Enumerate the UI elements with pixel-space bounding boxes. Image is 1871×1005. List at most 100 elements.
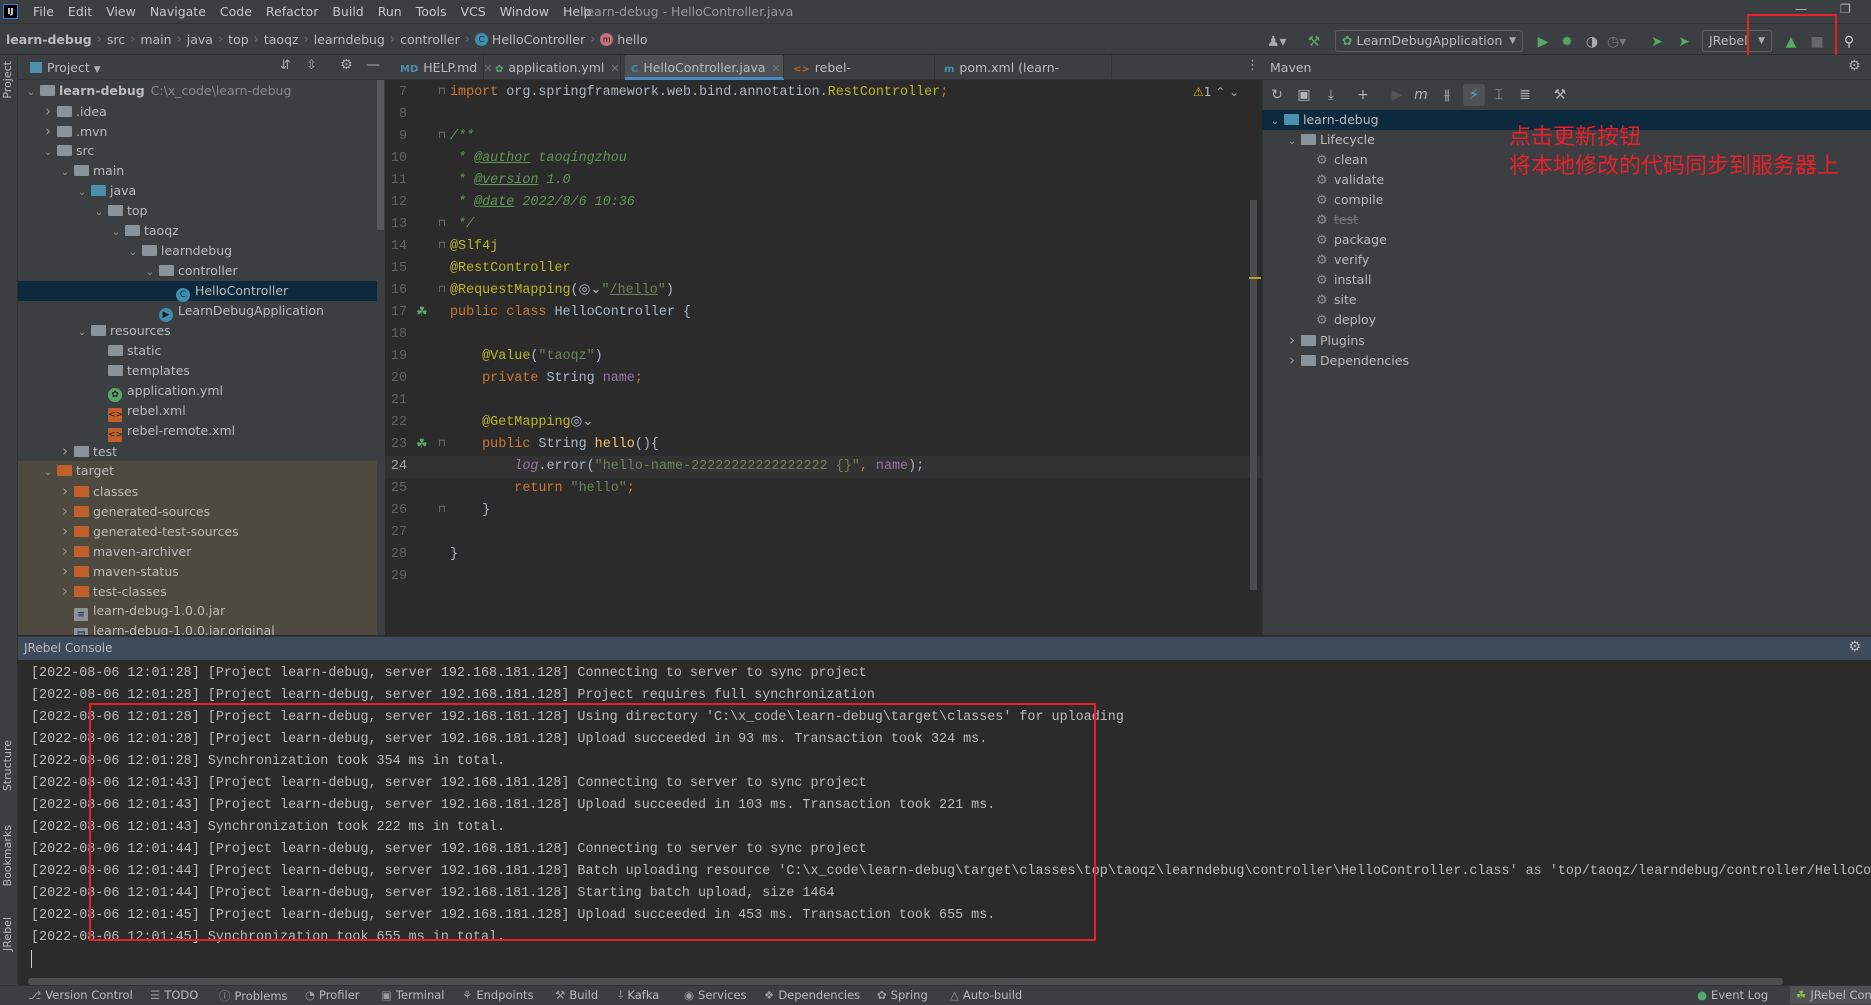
chevron-down-icon[interactable]: ⌄ (92, 203, 106, 223)
chevron-right-icon[interactable]: › (58, 541, 72, 561)
code-line[interactable]: 18 (385, 324, 1262, 346)
chevron-down-icon[interactable]: ⌄ (24, 83, 38, 103)
code-line[interactable]: 24 log.error("hello-name-222222222222222… (385, 456, 1262, 478)
menu-file[interactable]: File (26, 4, 61, 19)
code-line[interactable]: 27 (385, 522, 1262, 544)
chevron-down-icon[interactable]: ⌄ (41, 143, 55, 163)
run-icon[interactable]: ▶ (1386, 84, 1408, 106)
tree-item[interactable]: ▤ learn-debug-1.0.0.jar.original (18, 621, 377, 635)
code-line[interactable]: 25 return "hello"; (385, 478, 1262, 500)
maven-tree-item[interactable]: ⚙ deploy (1262, 310, 1871, 330)
breadcrumb-item[interactable]: java (187, 32, 213, 47)
code-line[interactable]: 7 import org.springframework.web.bind.ann… (385, 82, 1262, 104)
menu-window[interactable]: Window (493, 4, 556, 19)
menu-build[interactable]: Build (325, 4, 370, 19)
download-icon[interactable]: ⤓ (1320, 84, 1342, 106)
chevron-right-icon[interactable]: › (58, 521, 72, 541)
chevron-right-icon[interactable]: › (58, 481, 72, 501)
toolwindow-version-control[interactable]: ⎇ Version Control (28, 988, 133, 1002)
code-line[interactable]: 15 @RestController (385, 258, 1262, 280)
tree-item[interactable]: ⌄ target (18, 461, 377, 481)
maven-goal-icon[interactable]: m (1410, 84, 1432, 106)
tree-item[interactable]: <> rebel-remote.xml (18, 421, 377, 442)
menu-tools[interactable]: Tools (409, 4, 454, 19)
toolwindow-dependencies[interactable]: ❖ Dependencies (764, 988, 860, 1002)
fold-marker-icon[interactable]: ⊓ (438, 126, 446, 148)
toolwindow-endpoints[interactable]: ⚘ Endpoints (462, 988, 534, 1002)
chevron-right-icon[interactable]: › (58, 561, 72, 581)
project-tool-button[interactable]: Project (1, 61, 14, 99)
reload-icon[interactable]: ↻ (1266, 84, 1288, 106)
debug-icon[interactable]: ✹ (1558, 32, 1576, 52)
profile-icon[interactable]: ◷▾ (1607, 32, 1626, 52)
chevron-right-icon[interactable]: › (58, 581, 72, 601)
close-icon[interactable]: ✕ (772, 62, 781, 75)
run-icon[interactable]: ▶ (1534, 32, 1552, 52)
tree-item[interactable]: ⌄ top (18, 201, 377, 221)
tab-hellocontroller[interactable]: C HelloController.java ✕ (625, 55, 784, 80)
chevron-down-icon[interactable]: ⌄ (1285, 132, 1299, 152)
chevron-right-icon[interactable]: › (58, 501, 72, 521)
code-line[interactable]: 11 * @version 1.0 (385, 170, 1262, 192)
code-line[interactable]: 9 /** ⊓ (385, 126, 1262, 148)
bookmarks-tool-button[interactable]: Bookmarks (1, 825, 14, 886)
breadcrumb-item[interactable]: top (228, 32, 248, 47)
tree-item[interactable]: ⌄ learn-debug C:\x_code\learn-debug (18, 81, 377, 101)
chevron-down-icon[interactable]: ⌄ (109, 223, 123, 243)
menu-run[interactable]: Run (371, 4, 409, 19)
code-line[interactable]: 19 @Value("taoqz") (385, 346, 1262, 368)
tree-item[interactable]: ▶ LearnDebugApplication (18, 301, 377, 322)
toolwindow-jrebel-console[interactable]: ☘JRebel Console (1790, 986, 1871, 1004)
spring-bean-icon[interactable]: ☘ (416, 434, 428, 456)
breadcrumb-item[interactable]: taoqz (264, 32, 299, 47)
tree-item[interactable]: ⌄ src (18, 141, 377, 161)
tree-item[interactable]: › test-classes (18, 581, 377, 601)
tree-item[interactable]: › .idea (18, 101, 377, 121)
hide-icon[interactable]: — (366, 57, 380, 73)
tab-pom[interactable]: mpom.xml (learn-debug)✕ (938, 55, 1112, 102)
code-line[interactable]: 23 public String hello(){☘ ⊓ (385, 434, 1262, 456)
chevron-down-icon[interactable]: ⌄ (75, 183, 89, 203)
toolwindow-auto-build[interactable]: △ Auto-build (950, 988, 1022, 1002)
toolwindow-build[interactable]: ⚒ Build (555, 988, 598, 1002)
maven-tree-item[interactable]: › Plugins (1262, 330, 1871, 350)
chevron-down-icon[interactable]: ⌄ (75, 323, 89, 343)
more-tabs-icon[interactable]: ⋮ (1246, 58, 1259, 73)
code-line[interactable]: 17 public class HelloController {☘ (385, 302, 1262, 324)
toolwindow-todo[interactable]: ☰ TODO (150, 988, 198, 1002)
tree-item[interactable]: ⌄ learndebug (18, 241, 377, 261)
maven-tree-item[interactable]: › Dependencies (1262, 350, 1871, 370)
tree-item[interactable]: › .mvn (18, 121, 377, 141)
jrebel-run-icon[interactable]: ➤ (1648, 32, 1666, 52)
breadcrumb-item[interactable]: m hello (600, 32, 648, 47)
gear-icon[interactable]: ⚙ (1848, 639, 1861, 655)
tab-help[interactable]: MD HELP.md ✕ (394, 55, 492, 80)
breadcrumb-item[interactable]: learndebug (314, 32, 385, 47)
tree-item[interactable]: ✿ application.yml (18, 381, 377, 402)
code-line[interactable]: 26 } ⊓ (385, 500, 1262, 522)
maven-tree-item[interactable]: ⚙ install (1262, 270, 1871, 290)
skip-tests-icon[interactable]: ⚡ (1463, 84, 1485, 106)
menu-vcs[interactable]: VCS (454, 4, 493, 19)
fold-marker-icon[interactable]: ⊓ (438, 236, 446, 258)
toolwindow-event-log[interactable]: ● Event Log (1697, 988, 1768, 1002)
toolwindow-services[interactable]: ◉ Services (684, 988, 747, 1002)
collapse-icon[interactable]: ≣ (1514, 84, 1536, 106)
editor-scrollbar[interactable] (1250, 200, 1257, 590)
chevron-down-icon[interactable]: ⌄ (126, 243, 140, 263)
breadcrumb-item[interactable]: C HelloController (474, 32, 585, 47)
tree-item[interactable]: templates (18, 361, 377, 381)
toolwindow-problems[interactable]: ⓘ Problems (219, 988, 288, 1004)
inspection-widget[interactable]: ⚠1 ⌃ ⌄ (1193, 85, 1239, 99)
tree-item[interactable]: › generated-test-sources (18, 521, 377, 541)
maven-tree-item[interactable]: ⚙ site (1262, 290, 1871, 310)
maven-tree-item[interactable]: ⚙ compile (1262, 190, 1871, 210)
tree-item[interactable]: ⌄ taoqz (18, 221, 377, 241)
menu-edit[interactable]: Edit (61, 4, 99, 19)
expand-all-icon[interactable]: ⇵ (280, 58, 291, 73)
structure-tool-button[interactable]: Structure (1, 740, 14, 791)
tree-item[interactable]: › maven-status (18, 561, 377, 581)
project-view-selector[interactable]: Project ▼ (30, 55, 101, 83)
tree-item[interactable]: C HelloController (18, 281, 377, 302)
code-line[interactable]: 21 (385, 390, 1262, 412)
